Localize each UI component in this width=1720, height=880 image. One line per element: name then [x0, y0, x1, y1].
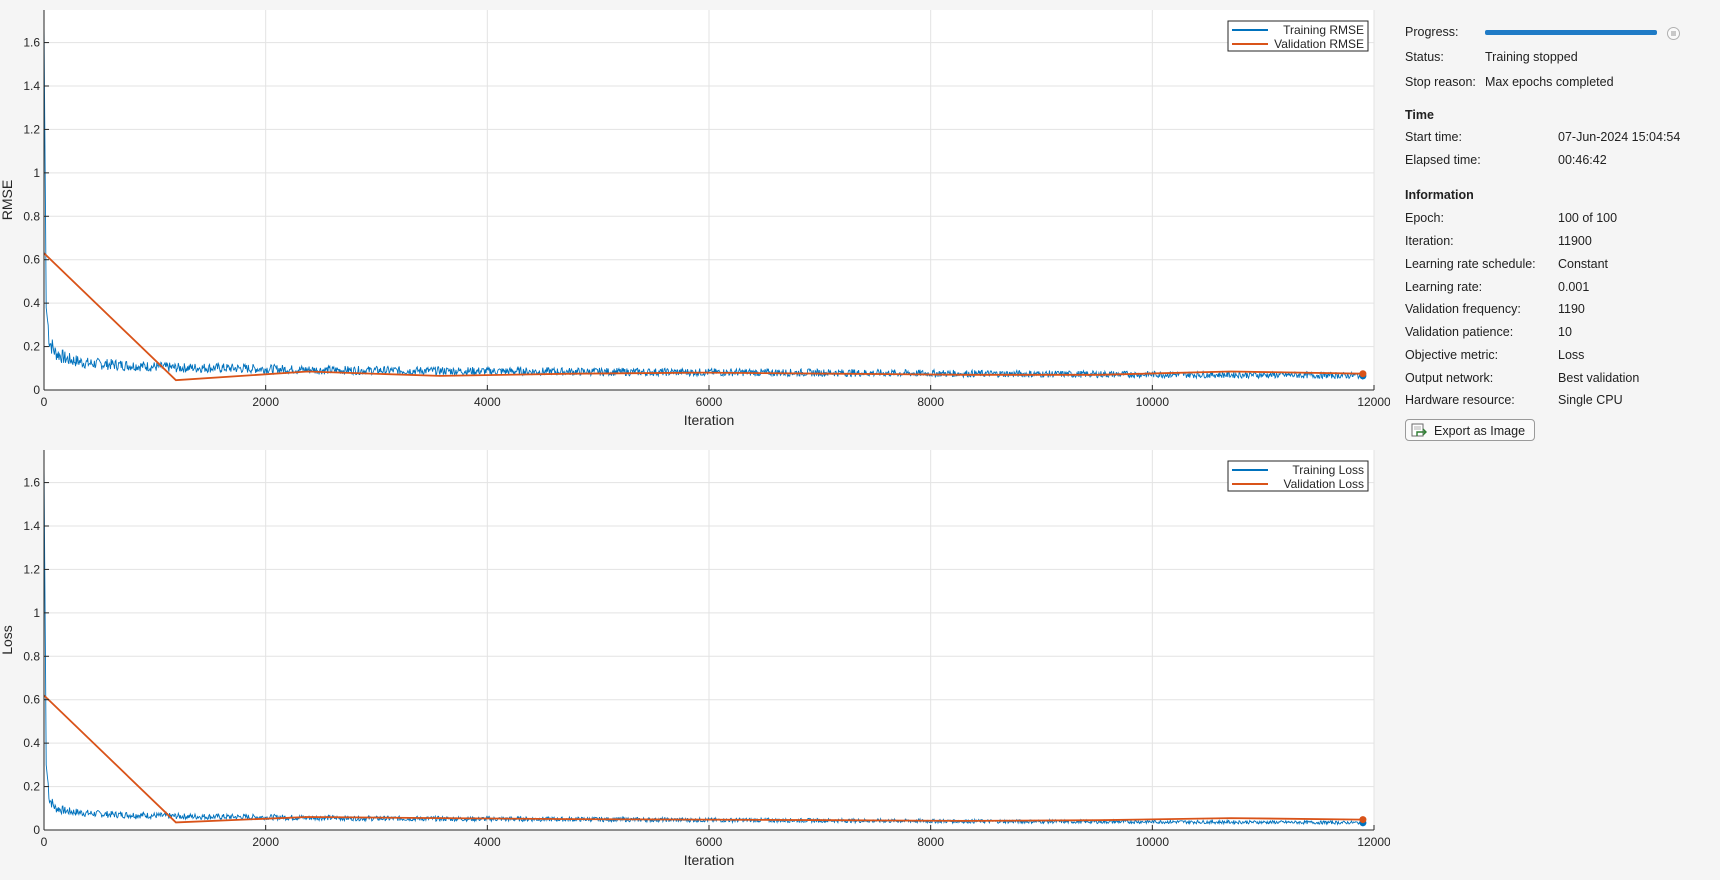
info-label: Output network:	[1405, 371, 1494, 385]
y-axis-label: Loss	[0, 625, 15, 655]
legend-entry: Training RMSE	[1283, 23, 1364, 37]
x-axis-label: Iteration	[684, 412, 735, 428]
start-time-label: Start time:	[1405, 130, 1462, 144]
y-tick-label: 1	[33, 166, 40, 180]
start-time-value: 07-Jun-2024 15:04:54	[1558, 130, 1681, 144]
y-tick-label: 0.4	[23, 296, 40, 310]
info-label: Iteration:	[1405, 234, 1454, 248]
legend-entry: Training Loss	[1292, 463, 1364, 477]
y-tick-label: 0.6	[23, 253, 40, 267]
progress-bar-fill	[1485, 30, 1657, 35]
y-tick-label: 0.2	[23, 780, 40, 794]
y-tick-label: 1	[33, 606, 40, 620]
time-heading: Time	[1405, 108, 1434, 122]
x-axis-label: Iteration	[684, 852, 735, 868]
info-label: Learning rate schedule:	[1405, 257, 1536, 271]
x-tick-label: 8000	[917, 835, 944, 849]
legend: Training RMSEValidation RMSE	[1227, 20, 1369, 52]
progress-label: Progress:	[1405, 25, 1459, 39]
x-tick-label: 0	[41, 395, 48, 409]
progress-bar	[1485, 30, 1657, 35]
y-tick-label: 0.4	[23, 736, 40, 750]
x-tick-label: 4000	[474, 395, 501, 409]
y-tick-label: 0	[33, 383, 40, 397]
y-tick-label: 0.6	[23, 693, 40, 707]
x-tick-label: 8000	[917, 395, 944, 409]
rmse-chart: 0 2000 4000 6000 8000 10000 12000 0 0.2 0.4 0.6 0.8…	[0, 10, 1390, 428]
stop-reason-value: Max epochs completed	[1485, 75, 1614, 89]
y-tick-label: 1.6	[23, 476, 40, 490]
x-tick-label: 0	[41, 835, 48, 849]
info-value: 0.001	[1558, 280, 1590, 294]
x-tick-label: 6000	[696, 395, 723, 409]
x-tick-label: 10000	[1136, 835, 1170, 849]
export-as-image-button[interactable]: Export as Image	[1405, 419, 1536, 441]
y-tick-label: 1.4	[23, 79, 40, 93]
y-tick-label: 0.2	[23, 340, 40, 354]
info-label: Validation patience:	[1405, 325, 1514, 339]
info-value: Single CPU	[1558, 393, 1623, 407]
legend: Training LossValidation Loss	[1227, 460, 1369, 492]
info-value: 10	[1558, 325, 1572, 339]
y-tick-label: 1.6	[23, 36, 40, 50]
series-end-marker-1	[1359, 370, 1367, 378]
x-tick-label: 6000	[696, 835, 723, 849]
information-heading: Information	[1405, 188, 1474, 202]
x-tick-label: 12000	[1357, 395, 1390, 409]
y-tick-label: 0.8	[23, 209, 40, 223]
y-tick-label: 1.2	[23, 562, 40, 576]
elapsed-time-value: 00:46:42	[1558, 153, 1607, 167]
legend-entry: Validation Loss	[1284, 477, 1365, 491]
stop-training-icon[interactable]	[1667, 27, 1680, 40]
x-tick-label: 2000	[252, 835, 279, 849]
stop-reason-label: Stop reason:	[1405, 75, 1476, 89]
plots-area: 0 2000 4000 6000 8000 10000 12000 0 0.2 0.4 0.6 0.8…	[0, 0, 1390, 880]
y-tick-label: 0	[33, 823, 40, 837]
y-axis-label: RMSE	[0, 180, 15, 220]
info-panel: Progress: Status: Training stopped Stop …	[1390, 0, 1720, 880]
x-tick-label: 2000	[252, 395, 279, 409]
info-label: Epoch:	[1405, 211, 1444, 225]
y-tick-label: 0.8	[23, 649, 40, 663]
info-label: Learning rate:	[1405, 280, 1483, 294]
info-value: 1190	[1558, 302, 1585, 316]
status-label: Status:	[1405, 50, 1444, 64]
info-value: Best validation	[1558, 371, 1640, 385]
series-end-marker-1	[1359, 816, 1367, 824]
legend-entry: Validation RMSE	[1274, 37, 1364, 51]
x-tick-label: 4000	[474, 835, 501, 849]
x-tick-label: 10000	[1136, 395, 1170, 409]
elapsed-time-label: Elapsed time:	[1405, 153, 1481, 167]
y-tick-label: 1.2	[23, 122, 40, 136]
info-label: Validation frequency:	[1405, 302, 1521, 316]
x-tick-label: 12000	[1357, 835, 1390, 849]
info-value: Constant	[1558, 257, 1609, 271]
loss-chart: 0 2000 4000 6000 8000 10000 12000 0 0.2 0.4 0.6 0.8…	[0, 450, 1390, 868]
info-value: Loss	[1558, 348, 1585, 362]
info-label: Objective metric:	[1405, 348, 1499, 362]
export-image-icon	[1411, 423, 1427, 437]
status-value: Training stopped	[1485, 50, 1578, 64]
info-label: Hardware resource:	[1405, 393, 1515, 407]
info-value: 11900	[1558, 234, 1592, 248]
export-button-label: Export as Image	[1434, 424, 1526, 438]
y-tick-label: 1.4	[23, 519, 40, 533]
info-value: 100 of 100	[1558, 211, 1618, 225]
